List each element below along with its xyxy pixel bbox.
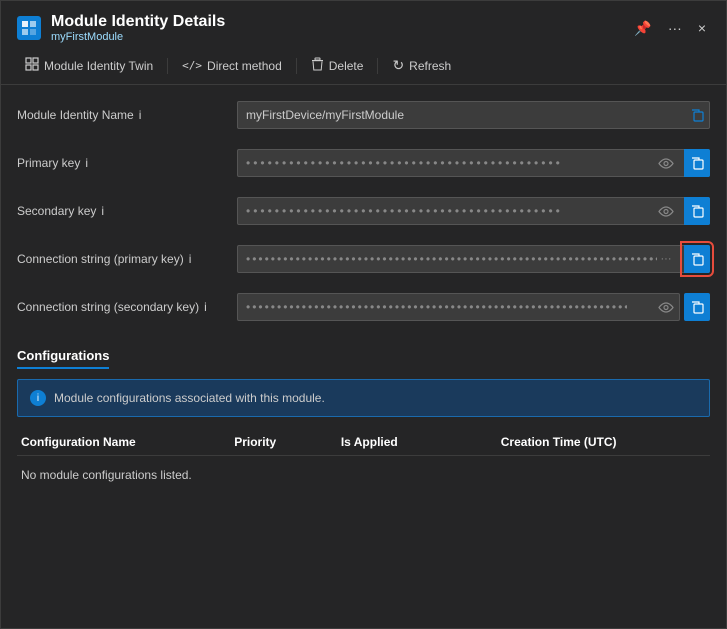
connection-string-primary-row: Connection string (primary key) i ···: [17, 245, 710, 273]
connection-string-secondary-row: Connection string (secondary key) i: [17, 293, 710, 321]
is-applied-header: Is Applied: [337, 435, 497, 449]
secondary-key-input[interactable]: [237, 197, 710, 225]
secondary-key-input-wrap: [237, 197, 710, 225]
configurations-table-header: Configuration Name Priority Is Applied C…: [17, 429, 710, 456]
connection-string-primary-info-icon[interactable]: i: [189, 252, 192, 266]
module-identity-name-value-wrap: [237, 101, 710, 129]
code-icon: </>: [182, 59, 202, 72]
refresh-label: Refresh: [409, 59, 451, 73]
creation-time-header: Creation Time (UTC): [497, 435, 710, 449]
toolbar-divider-3: [377, 58, 378, 74]
window-subtitle: myFirstModule: [51, 31, 225, 43]
toolbar-divider-2: [296, 58, 297, 74]
more-button[interactable]: ···: [664, 18, 686, 38]
configurations-empty-message: No module configurations listed.: [17, 462, 710, 488]
trash-icon: [311, 57, 324, 74]
refresh-icon: ↻: [392, 57, 404, 74]
delete-label: Delete: [329, 59, 364, 73]
connection-string-secondary-eye-button[interactable]: [652, 293, 680, 321]
module-identity-twin-button[interactable]: Module Identity Twin: [17, 53, 161, 78]
module-identity-name-label: Module Identity Name i: [17, 108, 237, 122]
connection-string-secondary-input[interactable]: [237, 293, 680, 321]
config-name-header: Configuration Name: [17, 435, 230, 449]
connection-string-primary-input-wrap: ···: [237, 245, 710, 273]
connection-string-primary-input[interactable]: [237, 245, 710, 273]
configurations-info-icon: i: [30, 390, 46, 406]
window-title: Module Identity Details: [51, 13, 225, 31]
direct-method-button[interactable]: </> Direct method: [174, 55, 290, 77]
refresh-button[interactable]: ↻ Refresh: [384, 53, 459, 78]
primary-key-input[interactable]: [237, 149, 710, 177]
content-area: Module Identity Name i Primary key i: [1, 85, 726, 628]
pin-button[interactable]: 📌: [630, 18, 655, 39]
secondary-key-row: Secondary key i: [17, 197, 710, 225]
module-identity-name-info-icon[interactable]: i: [139, 108, 142, 122]
module-identity-name-row: Module Identity Name i: [17, 101, 710, 129]
connection-string-primary-ellipsis-button[interactable]: ···: [652, 245, 680, 273]
connection-string-secondary-label: Connection string (secondary key) i: [17, 300, 237, 314]
primary-key-eye-button[interactable]: [652, 149, 680, 177]
delete-button[interactable]: Delete: [303, 53, 372, 78]
priority-header: Priority: [230, 435, 337, 449]
configurations-info-banner: i Module configurations associated with …: [17, 379, 710, 417]
primary-key-info-icon[interactable]: i: [85, 156, 88, 170]
title-actions: 📌 ··· ×: [630, 18, 710, 39]
secondary-key-label: Secondary key i: [17, 204, 237, 218]
connection-string-secondary-input-wrap: [237, 293, 680, 321]
connection-string-primary-copy-button[interactable]: [684, 245, 710, 273]
primary-key-label: Primary key i: [17, 156, 237, 170]
primary-key-input-wrap: [237, 149, 710, 177]
module-identity-details-window: Module Identity Details myFirstModule 📌 …: [0, 0, 727, 629]
secondary-key-info-icon[interactable]: i: [101, 204, 104, 218]
twin-icon: [25, 57, 39, 74]
secondary-key-eye-button[interactable]: [652, 197, 680, 225]
configurations-banner-text: Module configurations associated with th…: [54, 391, 325, 405]
module-identity-name-copy-button[interactable]: [684, 101, 710, 129]
primary-key-row: Primary key i: [17, 149, 710, 177]
configurations-title: Configurations: [17, 348, 109, 369]
secondary-key-copy-button[interactable]: [684, 197, 710, 225]
toolbar: Module Identity Twin </> Direct method D…: [1, 47, 726, 85]
configurations-section: Configurations i Module configurations a…: [17, 347, 710, 488]
title-left: Module Identity Details myFirstModule: [17, 13, 225, 43]
connection-string-secondary-info-icon[interactable]: i: [204, 300, 207, 314]
module-identity-name-input[interactable]: [237, 101, 710, 129]
module-identity-twin-label: Module Identity Twin: [44, 59, 153, 73]
direct-method-label: Direct method: [207, 59, 282, 73]
toolbar-divider-1: [167, 58, 168, 74]
primary-key-copy-button[interactable]: [684, 149, 710, 177]
title-text-group: Module Identity Details myFirstModule: [51, 13, 225, 43]
title-bar: Module Identity Details myFirstModule 📌 …: [1, 1, 726, 47]
close-button[interactable]: ×: [694, 18, 710, 38]
app-icon: [17, 16, 41, 40]
connection-string-secondary-copy-standalone[interactable]: [684, 293, 710, 321]
connection-string-primary-label: Connection string (primary key) i: [17, 252, 237, 266]
